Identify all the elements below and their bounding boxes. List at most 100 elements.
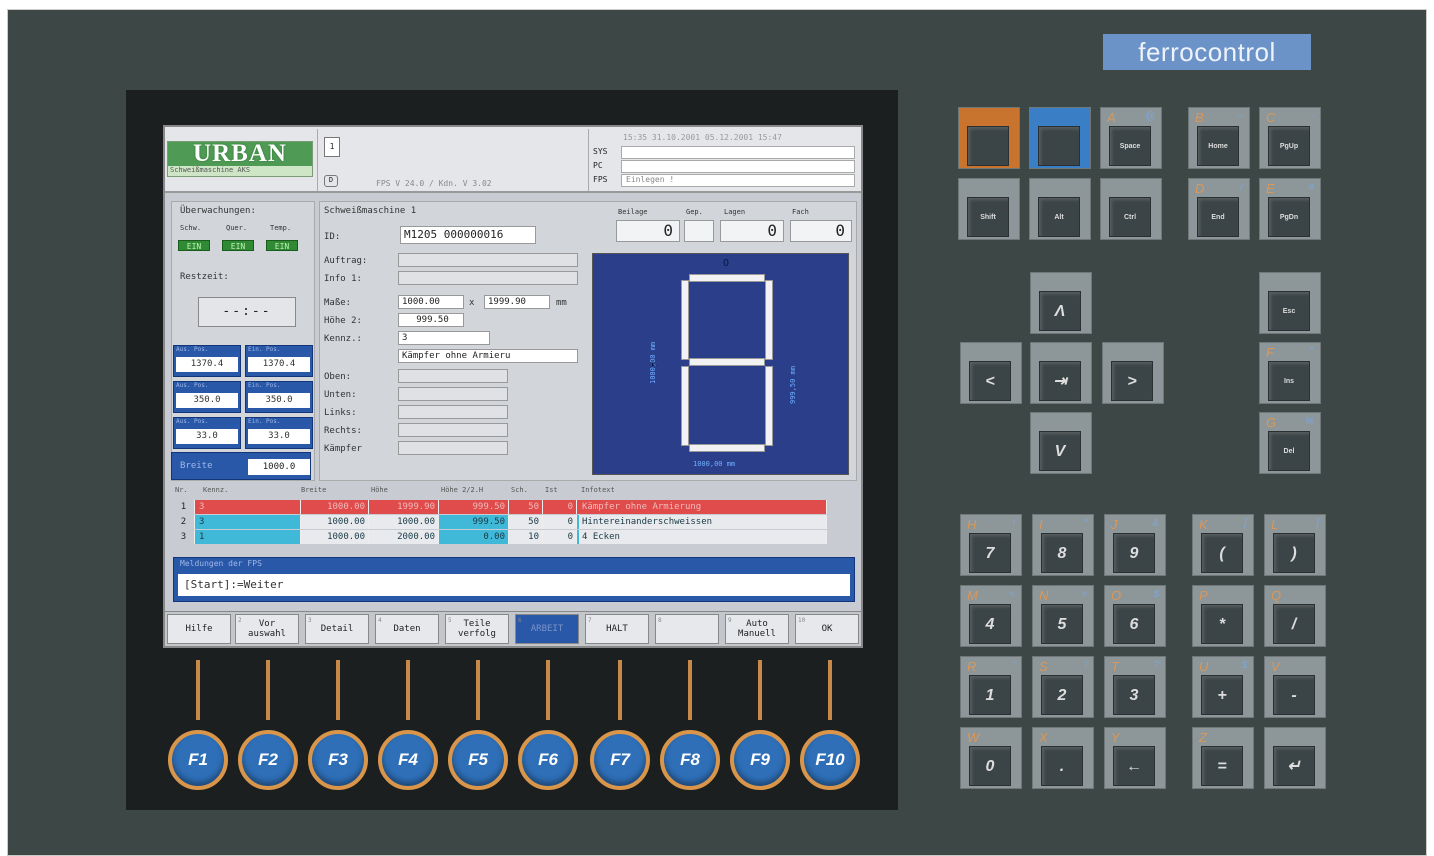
softkey-empty[interactable]: 8 xyxy=(655,614,719,644)
unten-label: Unten: xyxy=(324,390,357,400)
tab-key[interactable]: ⇥ xyxy=(1030,342,1092,404)
home-key[interactable]: B ~ Home xyxy=(1188,107,1250,169)
key-symbol-label: @ xyxy=(1144,111,1155,122)
right-arrow-key[interactable]: > xyxy=(1102,342,1164,404)
softkey-arbeit[interactable]: 6 ARBEIT xyxy=(515,614,579,644)
key-cap-label: Daten xyxy=(393,624,421,634)
key-letter-label: K xyxy=(1199,517,1208,532)
f4-button[interactable]: F4 xyxy=(378,730,438,790)
softkey-daten[interactable]: 4 Daten xyxy=(375,614,439,644)
masse-width-field[interactable]: 1000.00 xyxy=(398,295,464,309)
key-9[interactable]: J & 9 xyxy=(1104,514,1166,576)
key-equals[interactable]: Z = xyxy=(1192,727,1254,789)
key-dot[interactable]: X. xyxy=(1032,727,1094,789)
key-multiply[interactable]: P * xyxy=(1192,585,1254,647)
enter-key[interactable]: ↵ xyxy=(1264,727,1326,789)
f5-button[interactable]: F5 xyxy=(448,730,508,790)
f8-button[interactable]: F8 xyxy=(660,730,720,790)
key-letter-label: E xyxy=(1266,181,1275,196)
pgup-key[interactable]: C - PgUp xyxy=(1259,107,1321,169)
softkey-number: 10 xyxy=(798,617,806,624)
key-minus[interactable]: V- xyxy=(1264,656,1326,718)
f6-button[interactable]: F6 xyxy=(518,730,578,790)
softkey-automanuell[interactable]: 9 Auto Manuell xyxy=(725,614,789,644)
count-label: Gep. xyxy=(686,208,703,216)
key-6[interactable]: O $6 xyxy=(1104,585,1166,647)
col-schw: Schw. xyxy=(180,224,202,232)
key-7[interactable]: H! 7 xyxy=(960,514,1022,576)
ins-key[interactable]: F ^ Ins xyxy=(1259,342,1321,404)
f9-button[interactable]: F9 xyxy=(730,730,790,790)
id-field[interactable]: M1205 000000016 xyxy=(400,226,536,244)
key-cap-label: / xyxy=(1273,604,1315,644)
orange-key[interactable] xyxy=(958,107,1020,169)
fps-version: FPS V 24.0 / Kdn. V 3.02 xyxy=(376,179,492,188)
key-cap-label: 0 xyxy=(969,746,1011,786)
softkey-detail[interactable]: 3 Detail xyxy=(305,614,369,644)
key-8[interactable]: I " 8 xyxy=(1032,514,1094,576)
softkey-teileverfolg[interactable]: 5 Teile verfolg xyxy=(445,614,509,644)
kennz-field[interactable]: 3 xyxy=(398,331,490,345)
oben-label: Oben: xyxy=(324,372,352,382)
kaempfer-field[interactable] xyxy=(398,441,508,455)
key-lparen[interactable]: K [( xyxy=(1192,514,1254,576)
softkey-hilfe[interactable]: Hilfe xyxy=(167,614,231,644)
key-0[interactable]: W0 xyxy=(960,727,1022,789)
del-key[interactable]: G% Del xyxy=(1259,412,1321,474)
key-cap-label: ( xyxy=(1201,533,1243,573)
key-4[interactable]: M <4 xyxy=(960,585,1022,647)
table-row[interactable]: 2 3 1000.00 1000.00 999.50 50 0 Hinterei… xyxy=(173,515,827,529)
backspace-key[interactable]: Y ← xyxy=(1104,727,1166,789)
auftrag-field[interactable] xyxy=(398,253,578,267)
kaempfer-text-field[interactable]: Kämpfer ohne Armieru xyxy=(398,349,578,363)
blue-key[interactable] xyxy=(1029,107,1091,169)
masse-height-field[interactable]: 1999.90 xyxy=(484,295,550,309)
key-5[interactable]: N >5 xyxy=(1032,585,1094,647)
esc-key[interactable]: Esc xyxy=(1259,272,1321,334)
f1-button[interactable]: F1 xyxy=(168,730,228,790)
softkey-ok[interactable]: 10 OK xyxy=(795,614,859,644)
down-arrow-key[interactable]: V xyxy=(1030,412,1092,474)
key-symbol-label: ! xyxy=(1012,518,1015,529)
up-arrow-key[interactable]: Λ xyxy=(1030,272,1092,334)
count-gep xyxy=(684,220,714,242)
table-row[interactable]: 3 1 1000.00 2000.00 0.00 10 0 4 Ecken xyxy=(173,530,827,544)
key-2[interactable]: S! 2 xyxy=(1032,656,1094,718)
unten-field[interactable] xyxy=(398,387,508,401)
f7-button[interactable]: F7 xyxy=(590,730,650,790)
pgdn-key[interactable]: E # PgDn xyxy=(1259,178,1321,240)
key-letter-label: O xyxy=(1111,588,1122,603)
f3-button[interactable]: F3 xyxy=(308,730,368,790)
key-3[interactable]: T? 3 xyxy=(1104,656,1166,718)
key-1[interactable]: R ' 1 xyxy=(960,656,1022,718)
left-arrow-key[interactable]: < xyxy=(960,342,1022,404)
table-row[interactable]: 1 3 1000.00 1999.90 999.50 50 0 Kämpfer … xyxy=(173,500,827,514)
key-plus[interactable]: U $ + xyxy=(1192,656,1254,718)
cell-nr: 1 xyxy=(173,500,195,514)
masse-label: Maße: xyxy=(324,298,352,308)
f10-button[interactable]: F10 xyxy=(800,730,860,790)
ctrl-key[interactable]: Ctrl xyxy=(1100,178,1162,240)
key-rparen[interactable]: L]) xyxy=(1264,514,1326,576)
oben-field[interactable] xyxy=(398,369,508,383)
rechts-field[interactable] xyxy=(398,423,508,437)
softkey-halt[interactable]: 7 HALT xyxy=(585,614,649,644)
cell-hoehe: 2000.00 xyxy=(369,530,439,544)
space-key[interactable]: A @ Space xyxy=(1100,107,1162,169)
info-field[interactable] xyxy=(398,271,578,285)
links-field[interactable] xyxy=(398,405,508,419)
f2-button[interactable]: F2 xyxy=(238,730,298,790)
document-icon[interactable]: 1 xyxy=(324,137,340,157)
col-quer: Quer. xyxy=(226,224,248,232)
end-key[interactable]: D / End xyxy=(1188,178,1250,240)
alt-key[interactable]: Alt xyxy=(1029,178,1091,240)
softkey-vorauswahl[interactable]: 2 Vor auswahl xyxy=(235,614,299,644)
key-divide[interactable]: Q / xyxy=(1264,585,1326,647)
key-letter-label: Q xyxy=(1271,588,1282,603)
key-cap-label: < xyxy=(969,361,1011,401)
hoehe-field[interactable]: 999.50 xyxy=(398,313,464,327)
count-beilage: 0 xyxy=(616,220,680,242)
key-cap-label: Esc xyxy=(1268,291,1310,331)
key-letter-label: M xyxy=(967,588,978,603)
shift-key[interactable]: Shift xyxy=(958,178,1020,240)
